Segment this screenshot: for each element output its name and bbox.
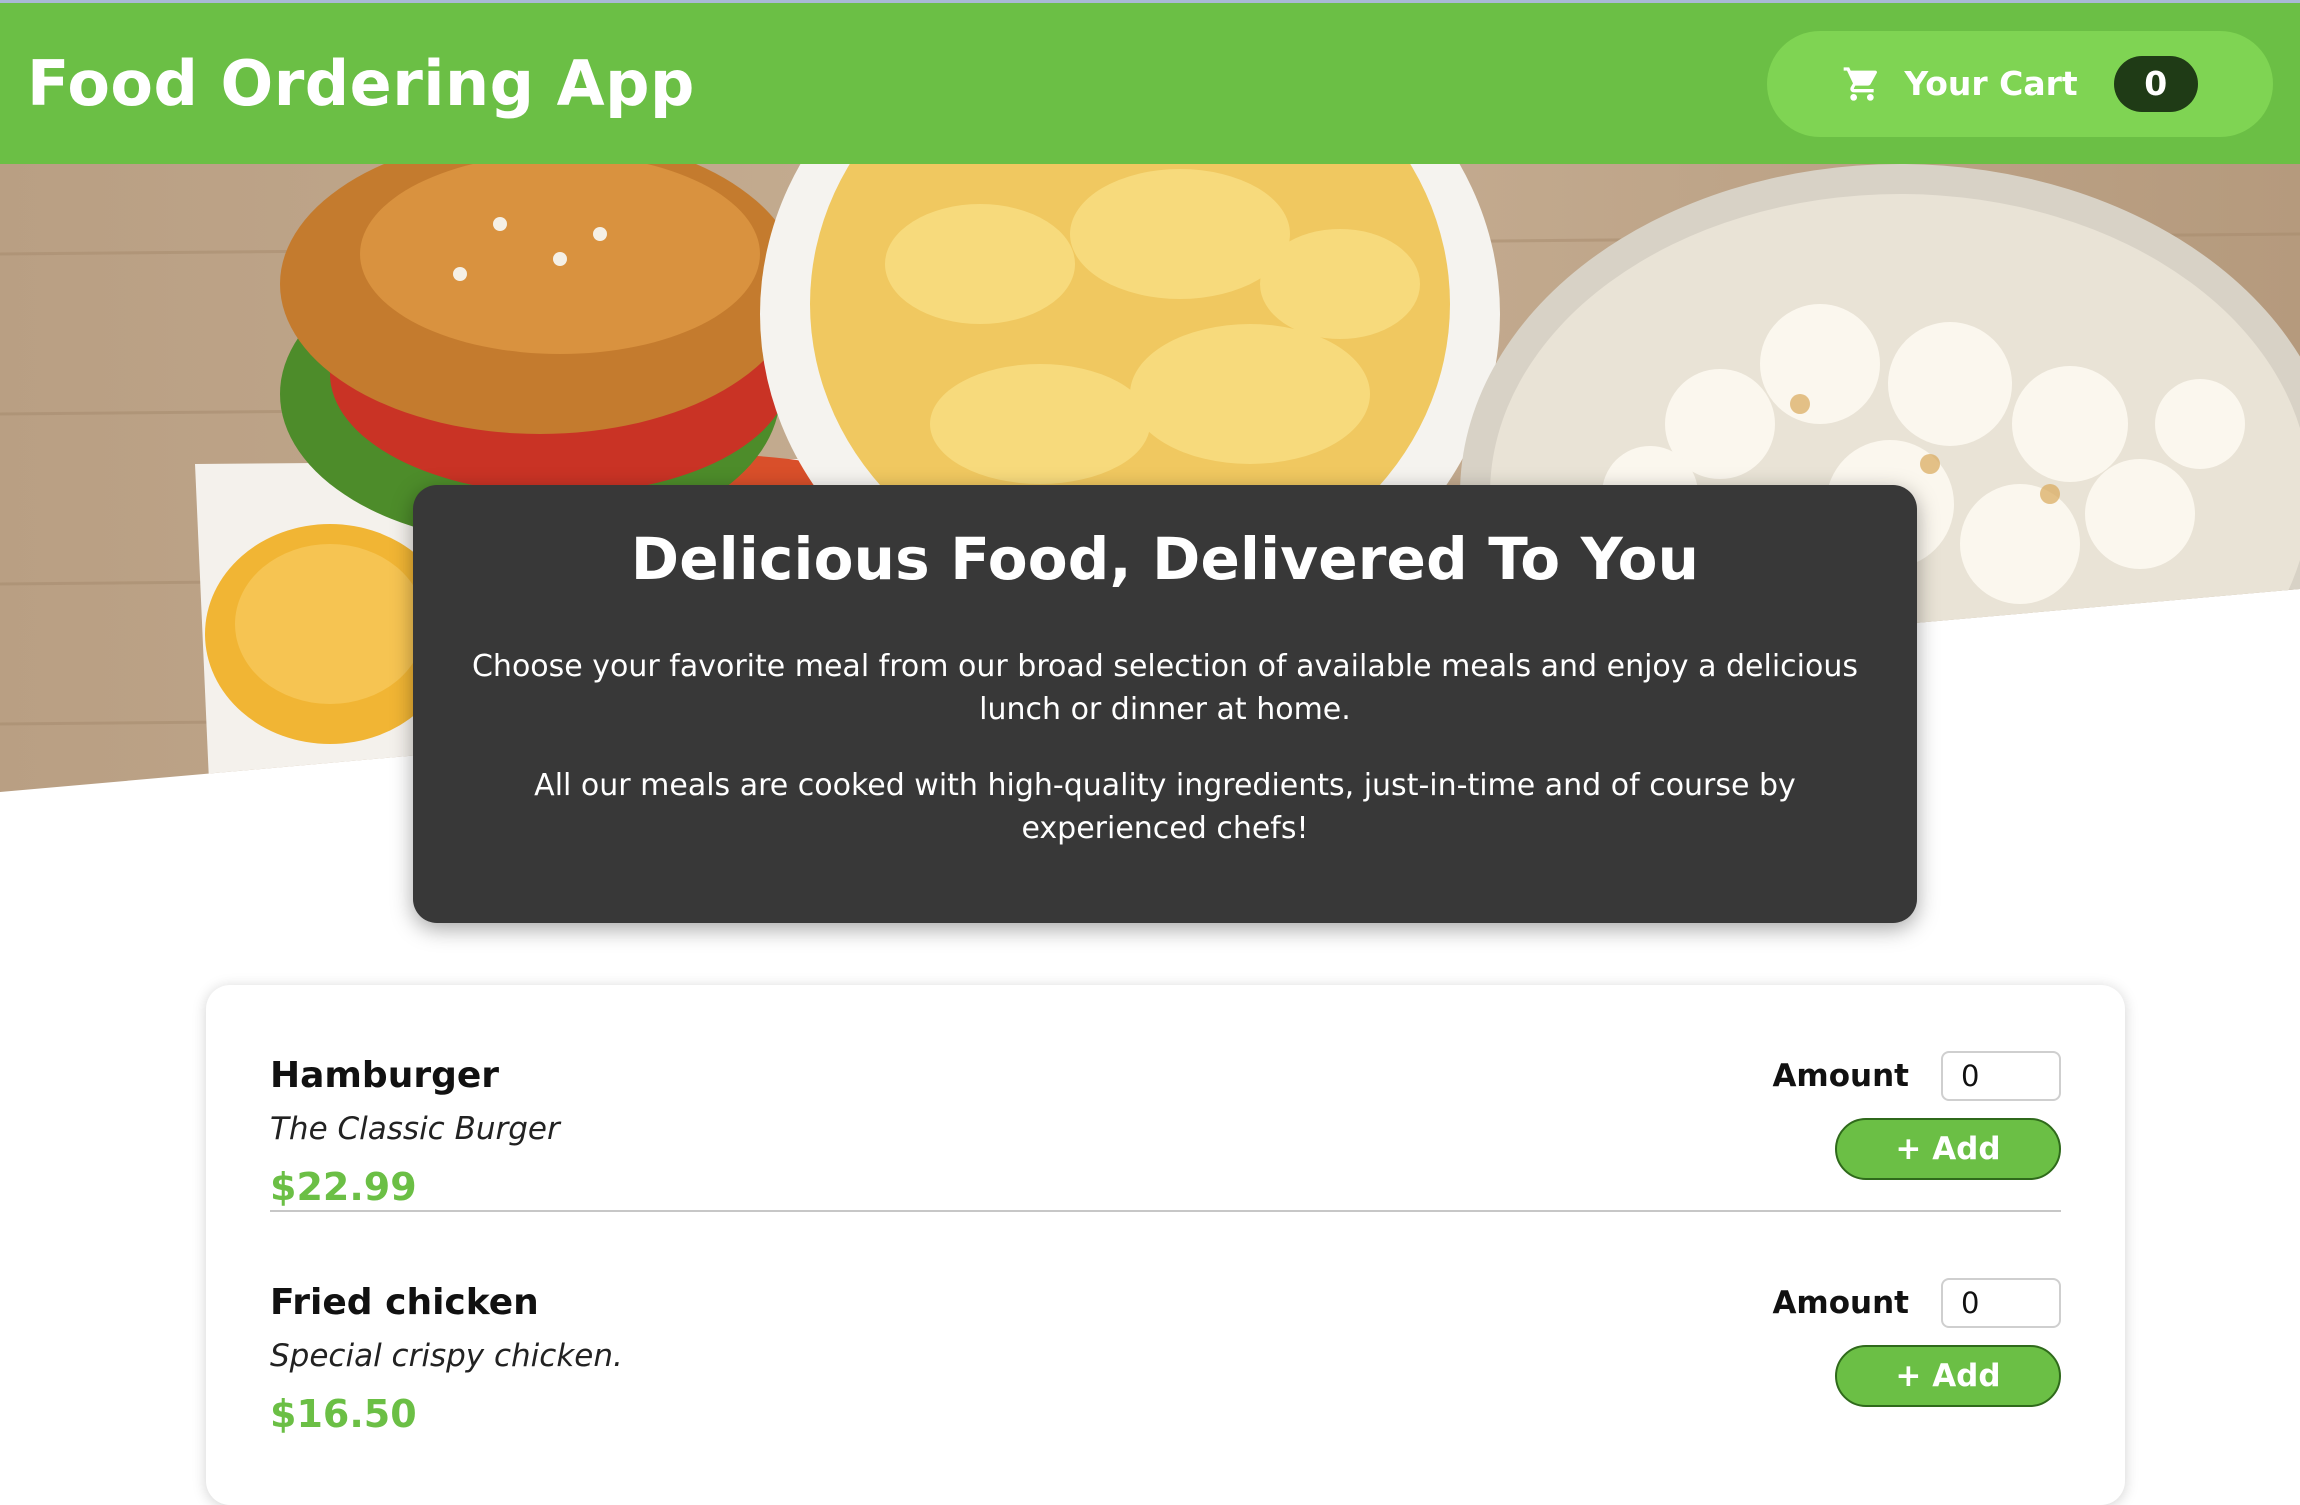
meal-item: Hamburger The Classic Burger $22.99 Amou… bbox=[270, 985, 2061, 1212]
add-button[interactable]: + Add bbox=[1835, 1118, 2061, 1180]
cart-count-badge: 0 bbox=[2113, 55, 2198, 112]
cart-label: Your Cart bbox=[1904, 64, 2078, 103]
summary-paragraph: Choose your favorite meal from our broad… bbox=[471, 649, 1858, 727]
meal-name: Fried chicken bbox=[270, 1282, 539, 1323]
summary-heading: Delicious Food, Delivered To You bbox=[630, 525, 1700, 593]
amount-label: Amount bbox=[1772, 1285, 1909, 1321]
meal-item: Fried chicken Special crispy chicken. $1… bbox=[270, 1212, 2061, 1439]
app-header: Food Ordering App Your Cart 0 bbox=[0, 3, 2300, 164]
meals-list: Hamburger The Classic Burger $22.99 Amou… bbox=[206, 985, 2125, 1505]
amount-row: Amount bbox=[1772, 1278, 2061, 1328]
summary-paragraph: All our meals are cooked with high-quali… bbox=[534, 768, 1796, 846]
cart-icon bbox=[1843, 66, 1878, 101]
add-button[interactable]: + Add bbox=[1835, 1345, 2061, 1407]
cart-button[interactable]: Your Cart 0 bbox=[1767, 30, 2273, 137]
amount-input[interactable] bbox=[1941, 1278, 2061, 1328]
meal-description: Special crispy chicken. bbox=[270, 1338, 623, 1374]
meal-price: $22.99 bbox=[270, 1165, 417, 1209]
amount-input[interactable] bbox=[1941, 1051, 2061, 1101]
meal-price: $16.50 bbox=[270, 1392, 417, 1436]
summary-card: Delicious Food, Delivered To You Choose … bbox=[413, 485, 1917, 923]
app-title: Food Ordering App bbox=[27, 47, 695, 120]
meal-description: The Classic Burger bbox=[270, 1111, 560, 1147]
amount-row: Amount bbox=[1772, 1051, 2061, 1101]
amount-label: Amount bbox=[1772, 1058, 1909, 1094]
meal-name: Hamburger bbox=[270, 1055, 500, 1096]
